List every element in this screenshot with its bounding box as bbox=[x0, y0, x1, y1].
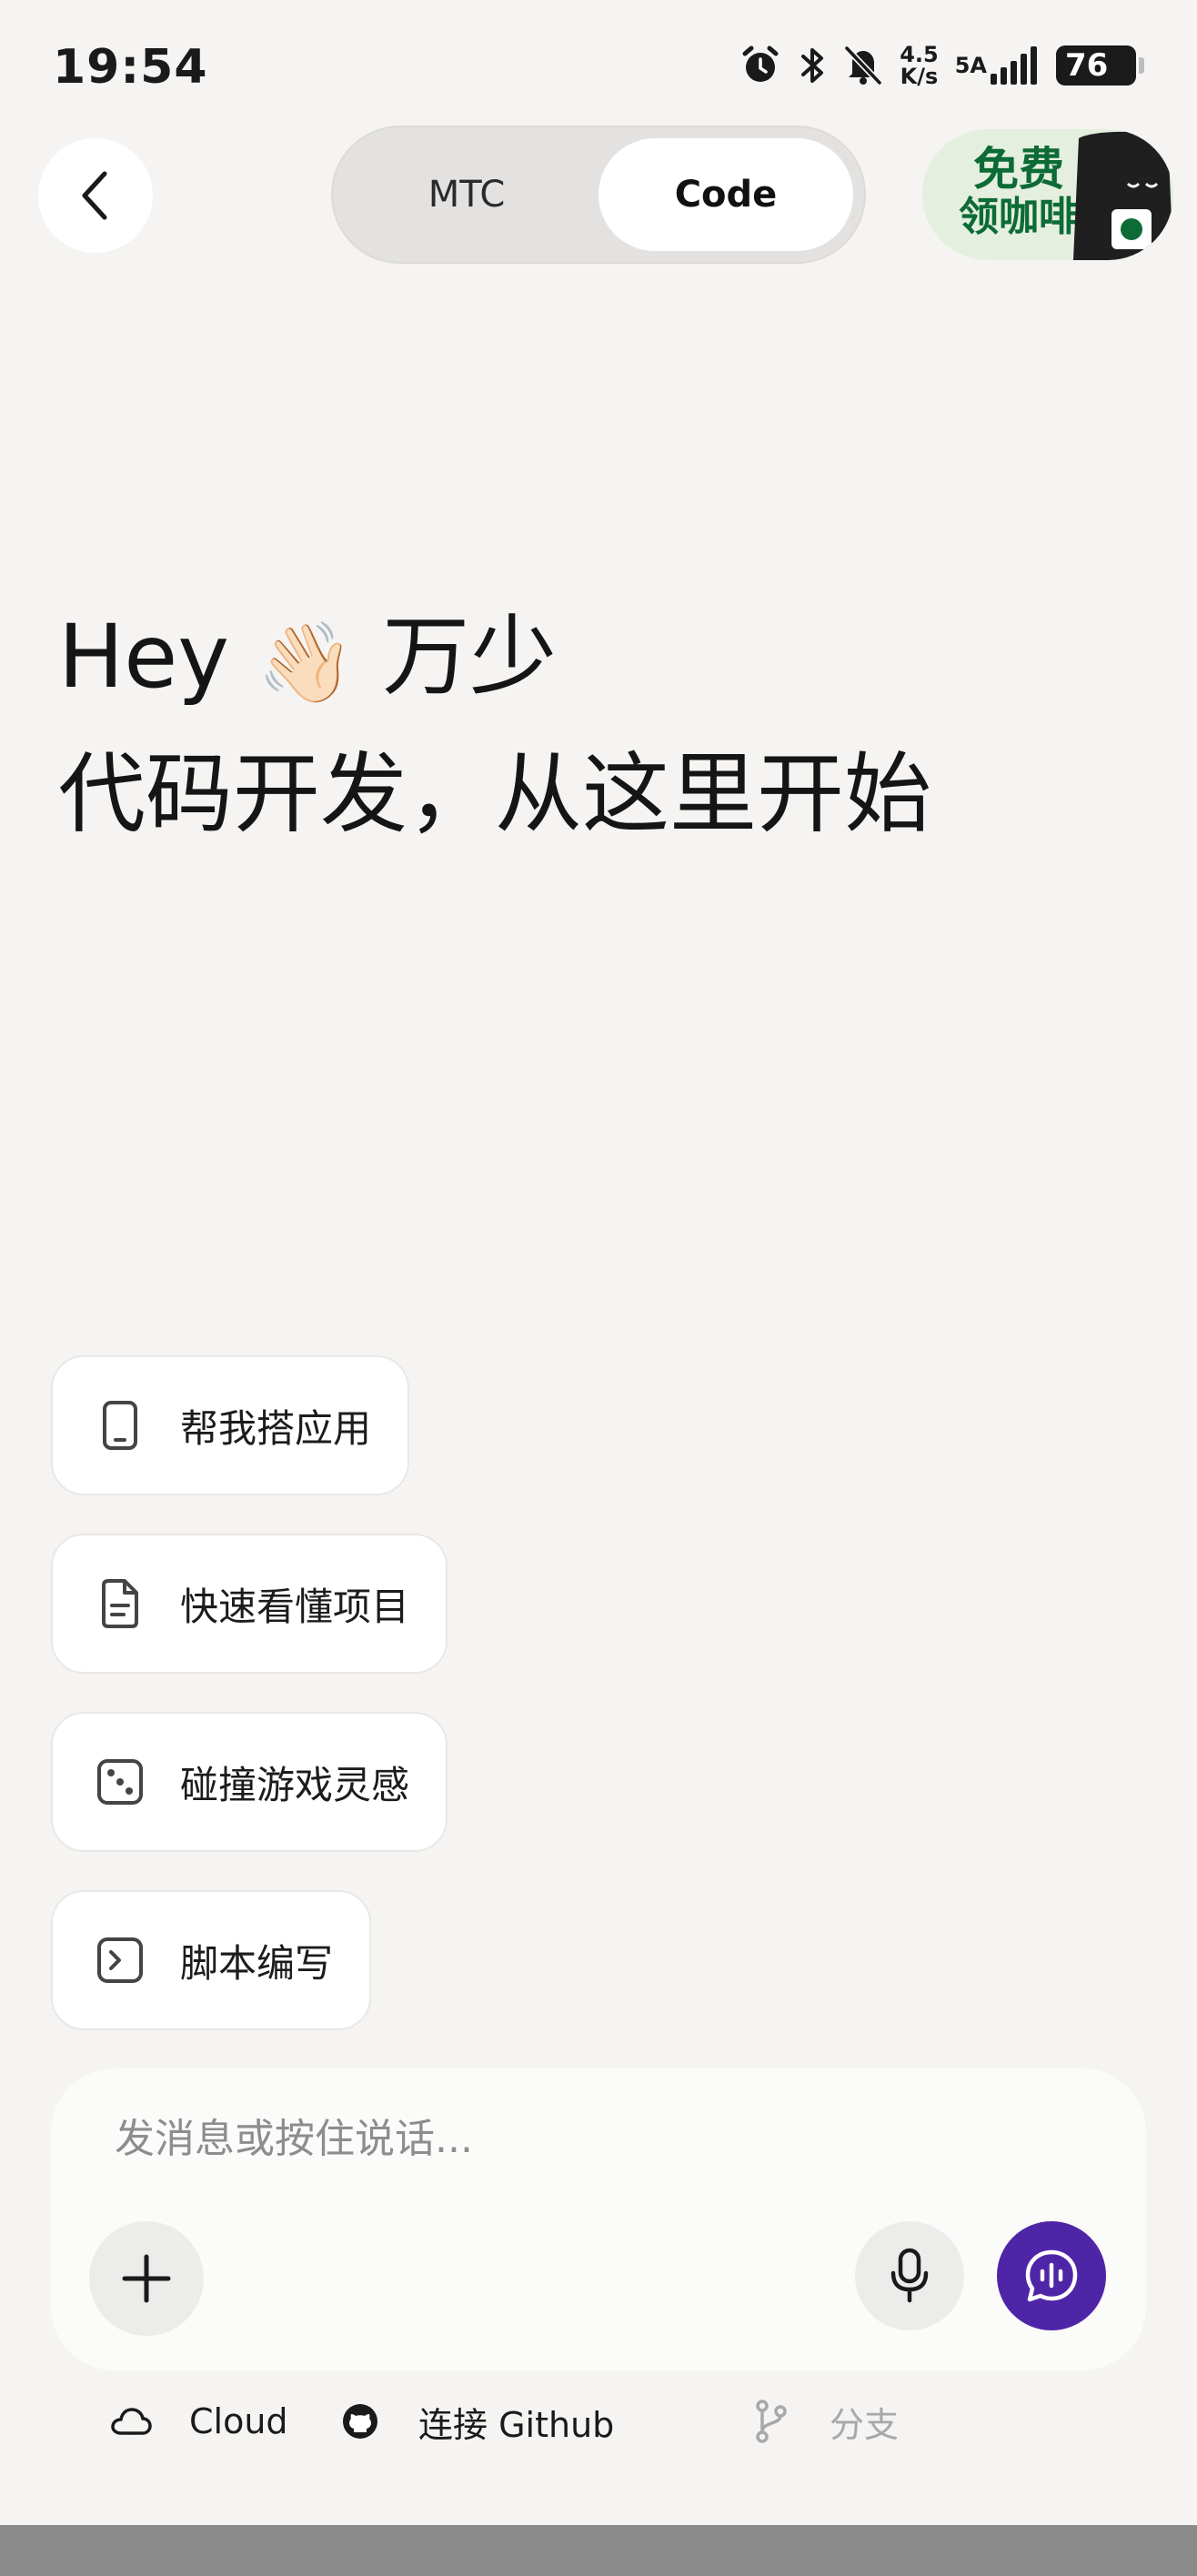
promo-text: 免费 领咖啡 bbox=[959, 143, 1079, 240]
status-bar: 19:54 4.5 K/s 5A 76 bbox=[0, 0, 1197, 136]
bluetooth-icon bbox=[798, 45, 827, 86]
alarm-icon bbox=[739, 45, 781, 86]
git-branch-icon bbox=[749, 2400, 793, 2443]
greeting-line1: Hey 👋🏻 万少 bbox=[58, 591, 931, 729]
mode-switch[interactable]: MTC Code bbox=[331, 126, 866, 264]
status-time: 19:54 bbox=[53, 40, 208, 95]
voice-chat-button[interactable] bbox=[997, 2221, 1106, 2330]
status-icons: 4.5 K/s 5A 76 bbox=[739, 44, 1144, 87]
message-composer bbox=[51, 2068, 1146, 2370]
signal-icon: 5A bbox=[955, 46, 1040, 85]
net-speed: 4.5 K/s bbox=[900, 42, 939, 89]
terminal-icon bbox=[96, 1935, 144, 1986]
connect-github-button[interactable]: 连接 Github bbox=[338, 2387, 614, 2456]
github-icon bbox=[338, 2400, 382, 2443]
suggestion-build-app[interactable]: 帮我搭应用 bbox=[51, 1355, 410, 1495]
free-coffee-promo[interactable]: 免费 领咖啡 bbox=[922, 129, 1173, 260]
message-input[interactable] bbox=[115, 2107, 933, 2170]
plus-icon bbox=[122, 2254, 171, 2303]
branch-selector[interactable]: 分支 bbox=[749, 2387, 899, 2456]
tab-code[interactable]: Code bbox=[598, 138, 853, 251]
attach-button[interactable] bbox=[89, 2221, 204, 2336]
suggestion-understand-project[interactable]: 快速看懂项目 bbox=[51, 1534, 448, 1674]
cloud-icon bbox=[109, 2400, 153, 2443]
microphone-button[interactable] bbox=[855, 2221, 964, 2330]
waving-hand-icon: 👋🏻 bbox=[256, 617, 355, 709]
chevron-left-icon bbox=[82, 171, 107, 220]
app-screen: 19:54 4.5 K/s 5A 76 MTC Code 免费 领咖啡 Hey … bbox=[0, 0, 1197, 2576]
phone-icon bbox=[96, 1400, 144, 1451]
user-name: 万少 bbox=[382, 606, 558, 708]
dice-icon bbox=[96, 1756, 144, 1807]
greeting-line2: 代码开发，从这里开始 bbox=[58, 742, 931, 845]
microphone-icon bbox=[890, 2248, 929, 2303]
battery-icon: 76 bbox=[1056, 45, 1144, 86]
mute-icon bbox=[843, 45, 883, 86]
greeting: Hey 👋🏻 万少 代码开发，从这里开始 bbox=[58, 591, 931, 860]
back-button[interactable] bbox=[38, 138, 153, 253]
suggestion-script-writing[interactable]: 脚本编写 bbox=[51, 1890, 372, 2030]
tab-mtc[interactable]: MTC bbox=[344, 138, 589, 251]
suggestion-game-ideas[interactable]: 碰撞游戏灵感 bbox=[51, 1712, 448, 1852]
document-icon bbox=[96, 1578, 144, 1629]
bottom-toolbar: Cloud 连接 Github 分支 bbox=[0, 2387, 1197, 2456]
voice-chat-icon bbox=[1025, 2249, 1078, 2302]
system-navigation-bar bbox=[0, 2525, 1197, 2576]
cloud-selector[interactable]: Cloud bbox=[109, 2387, 288, 2456]
coffee-cup-icon bbox=[1073, 131, 1173, 260]
